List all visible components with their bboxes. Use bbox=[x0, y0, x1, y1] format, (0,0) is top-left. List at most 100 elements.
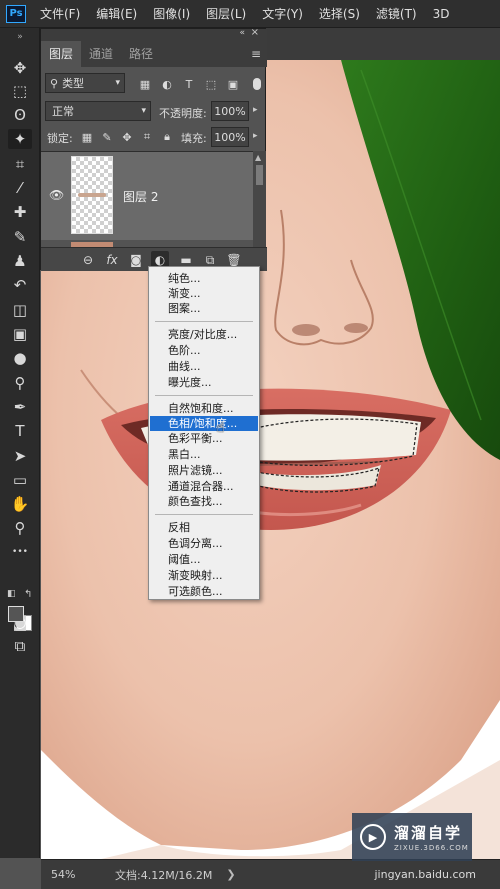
menu-bar: Ps 文件(F) 编辑(E) 图像(I) 图层(L) 文字(Y) 选择(S) 滤… bbox=[0, 0, 500, 28]
menu-item-pattern[interactable]: 图案... bbox=[150, 301, 258, 316]
zoom-level[interactable]: 54% bbox=[51, 868, 101, 881]
menu-item-brightness-contrast[interactable]: 亮度/对比度... bbox=[150, 327, 258, 342]
menu-separator bbox=[155, 395, 253, 396]
scroll-up-icon[interactable]: ▲ bbox=[255, 153, 261, 162]
tab-paths[interactable]: 路径 bbox=[121, 41, 161, 67]
chevron-down-icon: ▾ bbox=[141, 106, 146, 116]
healing-brush-tool-icon[interactable]: ✚ bbox=[8, 202, 32, 222]
adjustment-filter-icon[interactable]: ◐ bbox=[159, 76, 175, 92]
opacity-input[interactable]: 100% bbox=[211, 101, 249, 121]
menu-item-exposure[interactable]: 曝光度... bbox=[150, 375, 258, 390]
layer-thumbnail bbox=[71, 156, 113, 234]
lock-position-icon[interactable]: ✥ bbox=[119, 129, 135, 145]
pen-tool-icon[interactable]: ✒ bbox=[8, 397, 32, 417]
menu-item-gradient-map[interactable]: 渐变映射... bbox=[150, 568, 258, 583]
menu-item-invert[interactable]: 反相 bbox=[150, 520, 258, 535]
eraser-tool-icon[interactable]: ◫ bbox=[8, 300, 32, 320]
menu-layer[interactable]: 图层(L) bbox=[206, 5, 246, 22]
menu-item-solid-color[interactable]: 纯色... bbox=[150, 271, 258, 286]
crop-tool-icon[interactable]: ⌗ bbox=[8, 154, 32, 174]
layer-list: 👁︎ 图层 2 bbox=[41, 151, 253, 248]
hand-tool-icon[interactable]: ✋ bbox=[8, 494, 32, 514]
collapse-panel-icon[interactable]: « bbox=[239, 28, 245, 38]
filter-toggle[interactable] bbox=[253, 78, 261, 90]
panel-tabs: 图层 通道 路径 ≡ bbox=[41, 41, 267, 67]
menu-file[interactable]: 文件(F) bbox=[40, 5, 80, 22]
layer-style-icon[interactable]: fx bbox=[103, 251, 121, 269]
scrollbar-thumb[interactable] bbox=[256, 165, 263, 185]
menu-item-levels[interactable]: 色阶... bbox=[150, 343, 258, 358]
menu-image[interactable]: 图像(I) bbox=[153, 5, 190, 22]
lock-all-icon[interactable]: 🔒︎ bbox=[159, 129, 175, 145]
toolbar-grip-icon[interactable]: » bbox=[6, 32, 34, 44]
thumbnail-content bbox=[78, 193, 106, 197]
eyedropper-tool-icon[interactable]: ⁄ bbox=[8, 178, 32, 198]
menu-edit[interactable]: 编辑(E) bbox=[96, 5, 137, 22]
swap-colors-icon[interactable]: ↰ bbox=[24, 589, 32, 600]
menu-item-gradient[interactable]: 渐变... bbox=[150, 286, 258, 301]
screen-mode-icon[interactable]: ⧉ bbox=[8, 636, 32, 656]
menu-item-photo-filter[interactable]: 照片滤镜... bbox=[150, 463, 258, 478]
watermark-logo: ▶ 溜溜自学 ZIXUE.3D66.COM bbox=[352, 813, 472, 861]
lock-label: 锁定: bbox=[47, 132, 73, 145]
more-tools-icon[interactable]: ••• bbox=[8, 542, 32, 562]
menu-item-selective-color[interactable]: 可选颜色... bbox=[150, 584, 258, 599]
menu-item-vibrance[interactable]: 自然饱和度... bbox=[150, 401, 258, 416]
menu-filter[interactable]: 滤镜(T) bbox=[376, 5, 417, 22]
lasso-tool-icon[interactable]: ʘ bbox=[8, 105, 32, 125]
lock-artboard-icon[interactable]: ⌗ bbox=[139, 129, 155, 145]
opacity-slider-icon[interactable]: ▸ bbox=[253, 105, 258, 115]
lock-transparent-icon[interactable]: ▦ bbox=[79, 129, 95, 145]
fill-slider-icon[interactable]: ▸ bbox=[253, 131, 258, 141]
link-layers-icon[interactable]: ⊖ bbox=[79, 251, 97, 269]
menu-item-hue-saturation[interactable]: 色相/饱和度... bbox=[150, 416, 258, 431]
add-mask-icon[interactable]: ◙ bbox=[127, 251, 145, 269]
menu-item-black-white[interactable]: 黑白... bbox=[150, 447, 258, 462]
play-icon: ▶ bbox=[360, 824, 386, 850]
move-tool-icon[interactable]: ✥ bbox=[8, 58, 32, 78]
tab-layers[interactable]: 图层 bbox=[41, 41, 82, 67]
panel-menu-icon[interactable]: ≡ bbox=[251, 47, 261, 61]
menu-item-color-lookup[interactable]: 颜色查找... bbox=[150, 494, 258, 509]
menu-item-color-balance[interactable]: 色彩平衡... bbox=[150, 431, 258, 446]
tab-channels[interactable]: 通道 bbox=[81, 41, 121, 67]
dodge-tool-icon[interactable]: ⚲ bbox=[8, 373, 32, 393]
type-tool-icon[interactable]: T bbox=[8, 421, 32, 441]
clone-stamp-tool-icon[interactable]: ♟ bbox=[8, 251, 32, 271]
fill-input[interactable]: 100% bbox=[211, 127, 249, 147]
status-menu-arrow-icon[interactable]: ❯ bbox=[226, 868, 235, 881]
magic-wand-tool-icon[interactable]: ✦ bbox=[8, 129, 32, 149]
eye-icon[interactable]: 👁︎ bbox=[49, 188, 64, 202]
blur-tool-icon[interactable]: ● bbox=[8, 348, 32, 368]
layer-list-scrollbar[interactable]: ▲ bbox=[253, 151, 266, 247]
path-selection-tool-icon[interactable]: ➤ bbox=[8, 446, 32, 466]
layer-filter-select[interactable]: ⚲ 类型 ▾ bbox=[45, 73, 125, 93]
watermark-domain: ZIXUE.3D66.COM bbox=[394, 844, 469, 852]
layer-name[interactable]: 图层 2 bbox=[123, 188, 158, 205]
menu-item-curves[interactable]: 曲线... bbox=[150, 359, 258, 374]
shape-filter-icon[interactable]: ⬚ bbox=[203, 76, 219, 92]
menu-item-channel-mixer[interactable]: 通道混合器... bbox=[150, 479, 258, 494]
menu-type[interactable]: 文字(Y) bbox=[262, 5, 303, 22]
menu-3d[interactable]: 3D bbox=[433, 7, 450, 21]
pixel-filter-icon[interactable]: ▦ bbox=[137, 76, 153, 92]
menu-item-threshold[interactable]: 阈值... bbox=[150, 552, 258, 567]
type-filter-icon[interactable]: T bbox=[181, 76, 197, 92]
gradient-tool-icon[interactable]: ▣ bbox=[8, 324, 32, 344]
layer-row[interactable]: 👁︎ 图层 2 bbox=[41, 152, 253, 240]
rectangle-tool-icon[interactable]: ▭ bbox=[8, 470, 32, 490]
foreground-color-swatch[interactable] bbox=[8, 606, 24, 622]
menu-separator bbox=[155, 514, 253, 515]
history-brush-tool-icon[interactable]: ↶ bbox=[8, 275, 32, 295]
blend-mode-select[interactable]: 正常 ▾ bbox=[45, 101, 151, 121]
menu-select[interactable]: 选择(S) bbox=[319, 5, 360, 22]
brush-tool-icon[interactable]: ✎ bbox=[8, 227, 32, 247]
close-panel-icon[interactable]: × bbox=[251, 27, 259, 38]
default-colors-icon[interactable]: ◧ bbox=[7, 589, 16, 599]
lock-image-icon[interactable]: ✎ bbox=[99, 129, 115, 145]
zoom-tool-icon[interactable]: ⚲ bbox=[8, 518, 32, 538]
blend-mode-value: 正常 bbox=[52, 105, 74, 118]
marquee-tool-icon[interactable]: ⬚ bbox=[8, 81, 32, 101]
menu-item-posterize[interactable]: 色调分离... bbox=[150, 536, 258, 551]
smart-object-filter-icon[interactable]: ▣ bbox=[225, 76, 241, 92]
